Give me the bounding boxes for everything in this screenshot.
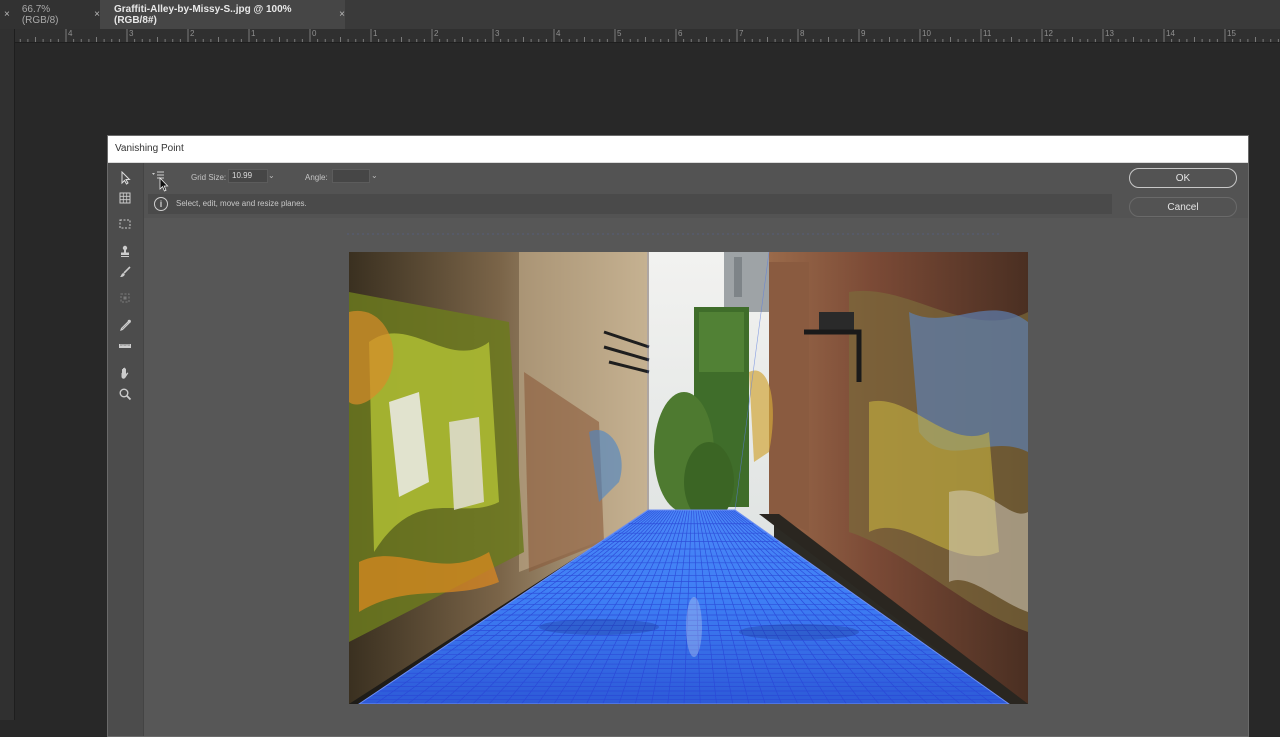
info-icon: i [154, 197, 168, 211]
ruler-ticks [19, 29, 1279, 42]
ruler-number: 5 [617, 29, 622, 38]
hand-tool-icon[interactable] [116, 364, 134, 382]
vanishing-point-dialog: Vanishing Point Grid Size: 10.99 ⌄ Angle… [107, 135, 1249, 737]
ruler-number: 11 [983, 29, 992, 38]
plane-guide-lines [347, 233, 999, 235]
alley-photo-image [349, 252, 1028, 704]
measure-tool-icon[interactable] [116, 337, 134, 355]
ruler-number: 1 [251, 29, 256, 38]
tool-column [108, 163, 144, 736]
dialog-titlebar[interactable]: Vanishing Point [108, 136, 1248, 163]
document-tab-2[interactable]: Graffiti-Alley-by-Missy-S..jpg @ 100% (R… [100, 0, 345, 29]
create-plane-tool-icon[interactable] [116, 189, 134, 207]
ruler-number: 6 [678, 29, 683, 38]
cancel-button[interactable]: Cancel [1129, 197, 1237, 217]
mouse-cursor-icon [159, 177, 169, 192]
ruler-number: 0 [312, 29, 317, 38]
tab-2-close-icon[interactable]: × [339, 9, 345, 20]
edit-plane-tool-icon[interactable] [116, 169, 134, 187]
ruler-number: 7 [739, 29, 744, 38]
tab-1-left-close-icon[interactable]: × [4, 9, 10, 20]
preview-canvas[interactable] [144, 218, 1248, 736]
ruler-number: 13 [1105, 29, 1114, 38]
angle-label: Angle: [305, 173, 328, 182]
ruler-number: 1 [373, 29, 378, 38]
ruler-number: 12 [1044, 29, 1053, 38]
ruler-number: 14 [1166, 29, 1175, 38]
grid-size-chevron-down-icon[interactable]: ⌄ [268, 171, 275, 180]
ruler-number: 4 [68, 29, 73, 38]
ruler-number: 15 [1227, 29, 1236, 38]
ruler-number: 4 [556, 29, 561, 38]
transform-tool-icon[interactable] [116, 289, 134, 307]
horizontal-ruler[interactable]: 4 3 2 1 0 1 2 3 4 5 6 7 8 9 10 11 12 13 14 15 [14, 29, 1280, 43]
grid-size-input[interactable]: 10.99 [228, 169, 268, 183]
eyedropper-tool-icon[interactable] [116, 316, 134, 334]
document-tab-bar: × 66.7% (RGB/8) × Graffiti-Alley-by-Miss… [0, 0, 1280, 29]
options-bar: Grid Size: 10.99 ⌄ Angle: ⌄ [144, 163, 1148, 192]
ok-button[interactable]: OK [1129, 168, 1237, 188]
zoom-tool-icon[interactable] [116, 385, 134, 403]
info-bar: i Select, edit, move and resize planes. [148, 194, 1112, 214]
ruler-number: 10 [922, 29, 931, 38]
ruler-number: 2 [434, 29, 439, 38]
ruler-number: 3 [129, 29, 134, 38]
stamp-tool-icon[interactable] [116, 242, 134, 260]
ruler-number: 8 [800, 29, 805, 38]
ruler-number: 2 [190, 29, 195, 38]
grid-size-label: Grid Size: [191, 173, 227, 182]
alley-photo [349, 252, 1028, 704]
info-text: Select, edit, move and resize planes. [176, 199, 307, 208]
marquee-tool-icon[interactable] [116, 215, 134, 233]
tab-2-label: Graffiti-Alley-by-Missy-S..jpg @ 100% (R… [114, 3, 292, 26]
vertical-ruler[interactable] [0, 29, 15, 720]
angle-input[interactable] [332, 169, 370, 183]
brush-tool-icon[interactable] [116, 263, 134, 281]
ruler-number: 9 [861, 29, 866, 38]
tab-1-label: 66.7% (RGB/8) [21, 3, 59, 26]
angle-chevron-down-icon[interactable]: ⌄ [371, 171, 378, 180]
ruler-number: 3 [495, 29, 500, 38]
document-tab-1[interactable]: × 66.7% (RGB/8) × [0, 0, 100, 29]
dialog-title: Vanishing Point [115, 143, 184, 154]
